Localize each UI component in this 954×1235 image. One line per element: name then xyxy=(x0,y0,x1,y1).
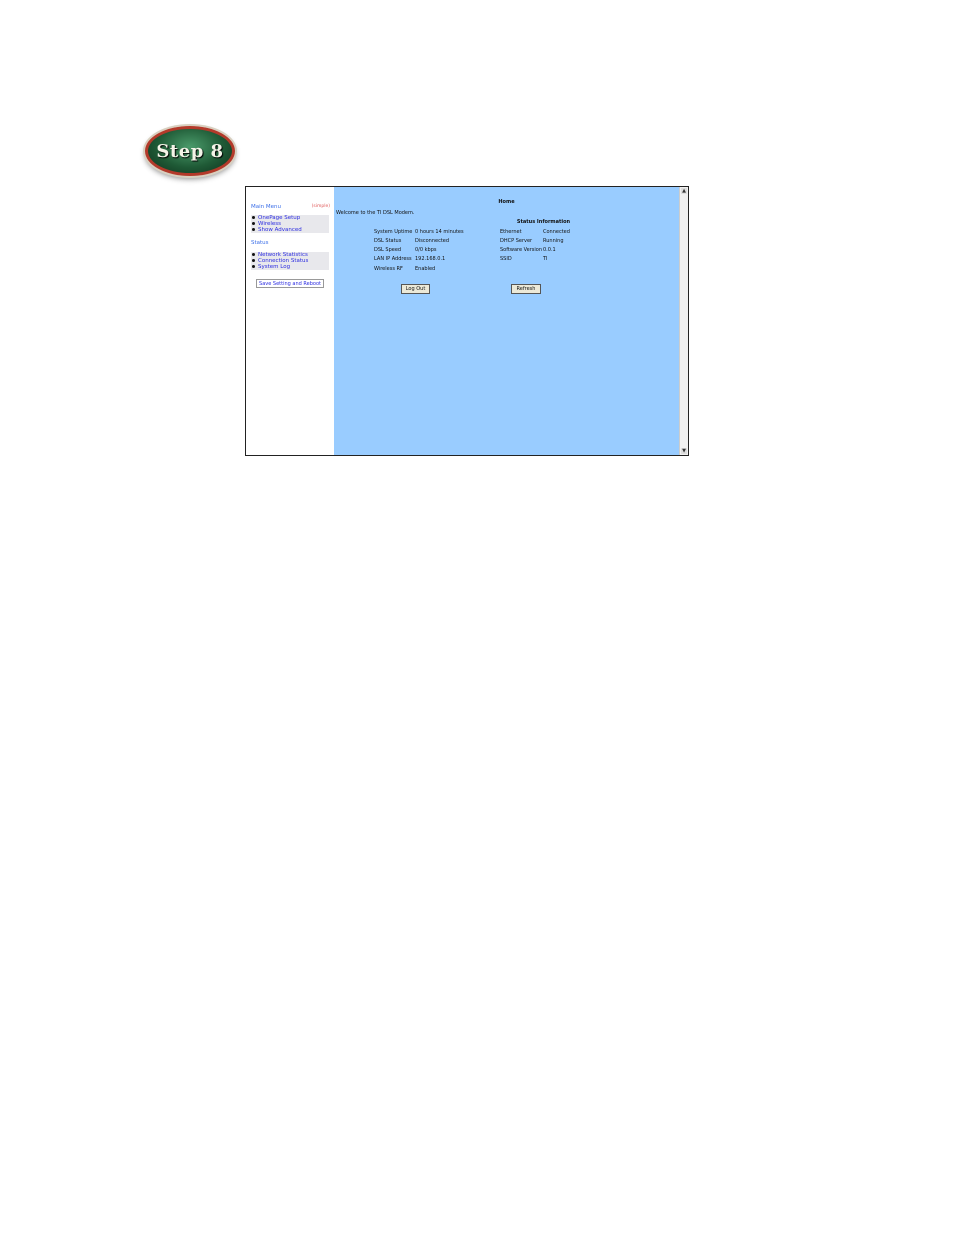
log-out-button[interactable]: Log Out xyxy=(401,284,430,294)
stat-label: SSID xyxy=(500,256,512,262)
stat-value: TI xyxy=(543,256,548,262)
stat-value: Connected xyxy=(543,229,570,235)
main-menu-list: OnePage Setup Wireless Show Advanced xyxy=(251,215,329,233)
refresh-button[interactable]: Refresh xyxy=(511,284,541,294)
status-menu-list: Network Statistics Connection Status Sys… xyxy=(251,252,329,270)
bullet-icon xyxy=(252,227,255,231)
stat-label: DHCP Server xyxy=(500,238,533,244)
stat-value: Running xyxy=(543,238,564,244)
stat-label: Software Version xyxy=(500,247,543,253)
stat-value: 0.0.1 xyxy=(543,247,556,253)
stat-value: 192.168.0.1 xyxy=(415,256,446,262)
bullet-icon xyxy=(252,215,255,219)
status-info-title: Status Information xyxy=(516,219,571,225)
step-badge: Step 8 xyxy=(145,126,235,176)
step-badge-label: Step 8 xyxy=(156,140,224,162)
bullet-icon xyxy=(252,258,255,262)
scroll-up-icon[interactable]: ▲ xyxy=(681,188,687,194)
vertical-scrollbar[interactable]: ▲ ▼ xyxy=(679,187,688,455)
scroll-down-icon[interactable]: ▼ xyxy=(681,448,687,454)
bullet-icon xyxy=(252,252,255,256)
stat-label: LAN IP Address xyxy=(374,256,412,262)
welcome-text: Welcome to the TI DSL Modem. xyxy=(336,210,415,216)
stat-value: 0/0 kbps xyxy=(415,247,437,253)
modem-config-window: Main Menu (simple) OnePage Setup Wireles… xyxy=(245,186,689,456)
bullet-icon xyxy=(252,264,255,268)
stat-label: DSL Speed xyxy=(374,247,402,253)
stat-label: Wireless RF xyxy=(374,266,403,272)
stat-label: System Uptime xyxy=(374,229,413,235)
stat-label: Ethernet xyxy=(500,229,522,235)
status-header: Status xyxy=(251,240,269,246)
stat-label: DSL Status xyxy=(374,238,402,244)
menu-item-show-advanced[interactable]: Show Advanced xyxy=(251,227,329,233)
page-title: Home xyxy=(498,199,515,205)
main-menu-header: Main Menu xyxy=(251,204,281,210)
sidebar: Main Menu (simple) OnePage Setup Wireles… xyxy=(246,187,334,455)
main-content: Home Welcome to the TI DSL Modem. Status… xyxy=(334,187,679,455)
stat-value: 0 hours 14 minutes xyxy=(415,229,464,235)
bullet-icon xyxy=(252,221,255,225)
save-and-reboot-button[interactable]: Save Setting and Reboot xyxy=(256,279,324,288)
stat-value: Disconnected xyxy=(415,238,450,244)
menu-item-system-log[interactable]: System Log xyxy=(251,264,329,270)
stat-value: Enabled xyxy=(415,266,436,272)
simple-mode-link[interactable]: (simple) xyxy=(312,204,330,209)
